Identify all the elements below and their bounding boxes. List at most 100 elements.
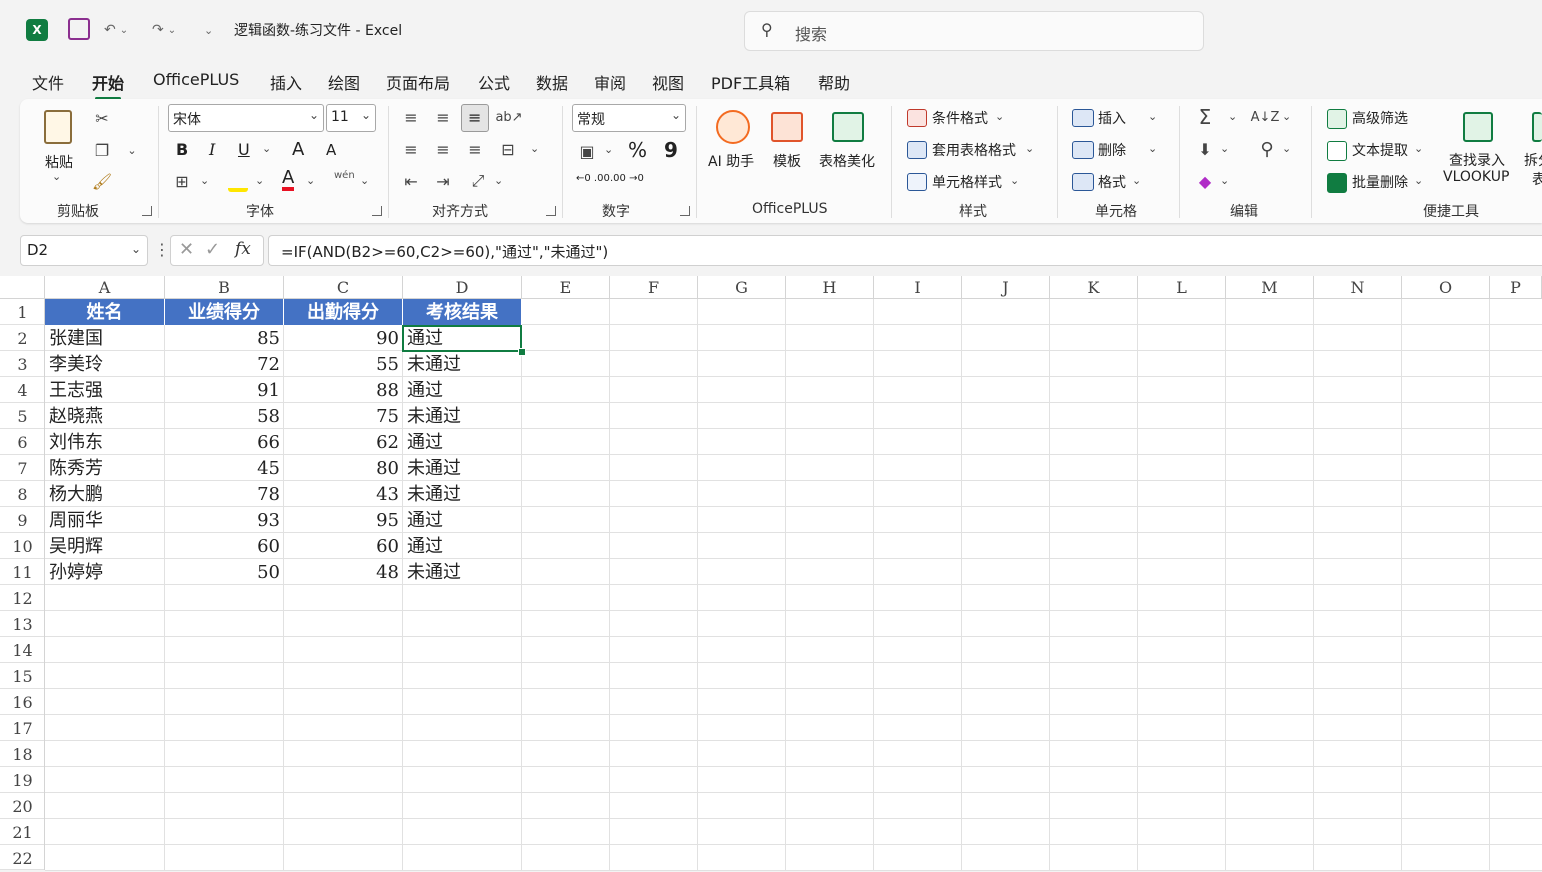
column-header[interactable]: I — [874, 276, 962, 299]
phonetic-dropdown-icon[interactable]: ⌄ — [360, 174, 369, 187]
font-launcher-icon[interactable] — [372, 206, 382, 216]
data-cell[interactable]: 通过 — [403, 377, 522, 403]
find-select-dropdown-icon[interactable]: ⌄ — [1282, 142, 1291, 155]
delete-cells-button[interactable]: 删除 — [1098, 140, 1126, 160]
batch-delete-button[interactable]: 批量删除 — [1352, 172, 1408, 192]
row-header[interactable]: 3 — [0, 351, 45, 377]
tab-data[interactable]: 数据 — [536, 70, 568, 94]
align-middle-icon[interactable]: ≡ — [432, 106, 454, 128]
data-cell[interactable]: 95 — [284, 507, 403, 533]
orientation-dropdown-icon[interactable]: ⌄ — [494, 174, 503, 187]
text-extract-button[interactable]: 文本提取 — [1352, 140, 1408, 160]
data-cell[interactable]: 43 — [284, 481, 403, 507]
format-painter-icon[interactable]: 🖌 — [92, 171, 112, 191]
column-header[interactable]: N — [1314, 276, 1402, 299]
row-header[interactable]: 15 — [0, 663, 45, 689]
template-icon[interactable] — [771, 112, 803, 142]
redo-icon[interactable]: ↷ ⌄ — [152, 18, 176, 42]
data-cell[interactable]: 未通过 — [403, 559, 522, 585]
clear-dropdown-icon[interactable]: ⌄ — [1220, 174, 1229, 187]
underline-button[interactable]: U — [238, 140, 250, 159]
number-format-select[interactable]: 常规 ⌄ — [572, 104, 686, 132]
format-as-table-button[interactable]: 套用表格格式 — [932, 140, 1016, 160]
chevron-down-icon[interactable]: ⌄ — [1414, 142, 1423, 155]
header-cell[interactable]: 业绩得分 — [165, 299, 284, 325]
advanced-filter-button[interactable]: 高级筛选 — [1352, 108, 1408, 128]
row-header[interactable]: 10 — [0, 533, 45, 559]
grow-font-button[interactable]: A — [292, 139, 304, 160]
data-cell[interactable]: 60 — [284, 533, 403, 559]
data-cell[interactable]: 72 — [165, 351, 284, 377]
conditional-format-button[interactable]: 条件格式 — [932, 108, 988, 128]
formula-input[interactable]: =IF(AND(B2>=60,C2>=60),"通过","未通过") — [268, 235, 1542, 266]
tab-pdf-tools[interactable]: PDF工具箱 — [711, 70, 790, 94]
data-cell[interactable]: 刘伟东 — [45, 429, 165, 455]
tab-page-layout[interactable]: 页面布局 — [386, 70, 450, 94]
currency-icon[interactable]: ▣ — [576, 140, 598, 162]
merge-center-icon[interactable]: ⊟ — [497, 138, 519, 160]
chevron-down-icon[interactable]: ⌄ — [1025, 142, 1034, 155]
font-color-icon[interactable]: A — [282, 169, 295, 191]
column-header[interactable]: D — [403, 276, 522, 299]
text-orientation-icon[interactable]: ab↗ — [495, 106, 522, 128]
row-header[interactable]: 14 — [0, 637, 45, 663]
data-cell[interactable]: 未通过 — [403, 403, 522, 429]
data-cell[interactable]: 88 — [284, 377, 403, 403]
row-header[interactable]: 8 — [0, 481, 45, 507]
fill-icon[interactable]: ⬇ — [1194, 138, 1216, 160]
chevron-down-icon[interactable]: ⌄ — [1414, 174, 1423, 187]
fill-color-icon[interactable] — [228, 172, 248, 192]
split-table-button[interactable]: 拆分 — [1524, 150, 1542, 170]
row-header[interactable]: 4 — [0, 377, 45, 403]
data-cell[interactable]: 60 — [165, 533, 284, 559]
tab-officeplus[interactable]: OfficePLUS — [153, 70, 239, 89]
undo-icon[interactable]: ↶ ⌄ — [104, 18, 128, 42]
chevron-down-icon[interactable]: ⌄ — [1148, 110, 1157, 123]
tab-view[interactable]: 视图 — [652, 70, 684, 94]
clear-icon[interactable]: ◆ — [1194, 170, 1216, 192]
row-header[interactable]: 19 — [0, 767, 45, 793]
row-header[interactable]: 21 — [0, 819, 45, 845]
italic-button[interactable]: I — [209, 140, 215, 159]
sort-filter-dropdown-icon[interactable]: ⌄ — [1282, 110, 1291, 123]
data-cell[interactable]: 王志强 — [45, 377, 165, 403]
column-header[interactable]: A — [45, 276, 165, 299]
row-header[interactable]: 11 — [0, 559, 45, 585]
format-cells-button[interactable]: 格式 — [1098, 172, 1126, 192]
ai-assistant-button[interactable]: AI 助手 — [708, 151, 754, 171]
select-all-corner[interactable] — [0, 276, 45, 299]
copy-dropdown-icon[interactable]: ⌄ — [122, 140, 142, 160]
data-cell[interactable]: 75 — [284, 403, 403, 429]
lookup-entry-icon[interactable] — [1463, 112, 1493, 142]
font-size-select[interactable]: 11 ⌄ — [326, 104, 376, 132]
cell-styles-button[interactable]: 单元格样式 — [932, 172, 1002, 192]
decrease-decimal-button[interactable]: .00 →0 — [610, 173, 644, 184]
row-header[interactable]: 7 — [0, 455, 45, 481]
data-cell[interactable]: 80 — [284, 455, 403, 481]
alignment-launcher-icon[interactable] — [546, 206, 556, 216]
data-cell[interactable]: 未通过 — [403, 481, 522, 507]
autosum-icon[interactable]: Σ — [1194, 105, 1216, 129]
fill-dropdown-icon[interactable]: ⌄ — [1220, 142, 1229, 155]
row-header[interactable]: 18 — [0, 741, 45, 767]
column-header[interactable]: K — [1050, 276, 1138, 299]
data-cell[interactable]: 48 — [284, 559, 403, 585]
row-header[interactable]: 5 — [0, 403, 45, 429]
align-center-icon[interactable]: ≡ — [432, 138, 454, 160]
tab-home[interactable]: 开始 — [92, 70, 124, 100]
data-cell[interactable]: 50 — [165, 559, 284, 585]
data-cell[interactable]: 45 — [165, 455, 284, 481]
tab-file[interactable]: 文件 — [32, 70, 64, 94]
split-table-icon[interactable] — [1532, 112, 1542, 142]
row-header[interactable]: 17 — [0, 715, 45, 741]
column-header[interactable]: J — [962, 276, 1050, 299]
paste-dropdown-icon[interactable]: ⌄ — [52, 170, 61, 183]
borders-dropdown-icon[interactable]: ⌄ — [200, 174, 209, 187]
fill-color-dropdown-icon[interactable]: ⌄ — [255, 174, 264, 187]
shrink-font-button[interactable]: A — [326, 141, 336, 159]
data-cell[interactable]: 55 — [284, 351, 403, 377]
column-header[interactable]: H — [786, 276, 874, 299]
data-cell[interactable]: 58 — [165, 403, 284, 429]
tab-draw[interactable]: 绘图 — [328, 70, 360, 94]
align-bottom-icon[interactable]: ≡ — [461, 104, 489, 132]
